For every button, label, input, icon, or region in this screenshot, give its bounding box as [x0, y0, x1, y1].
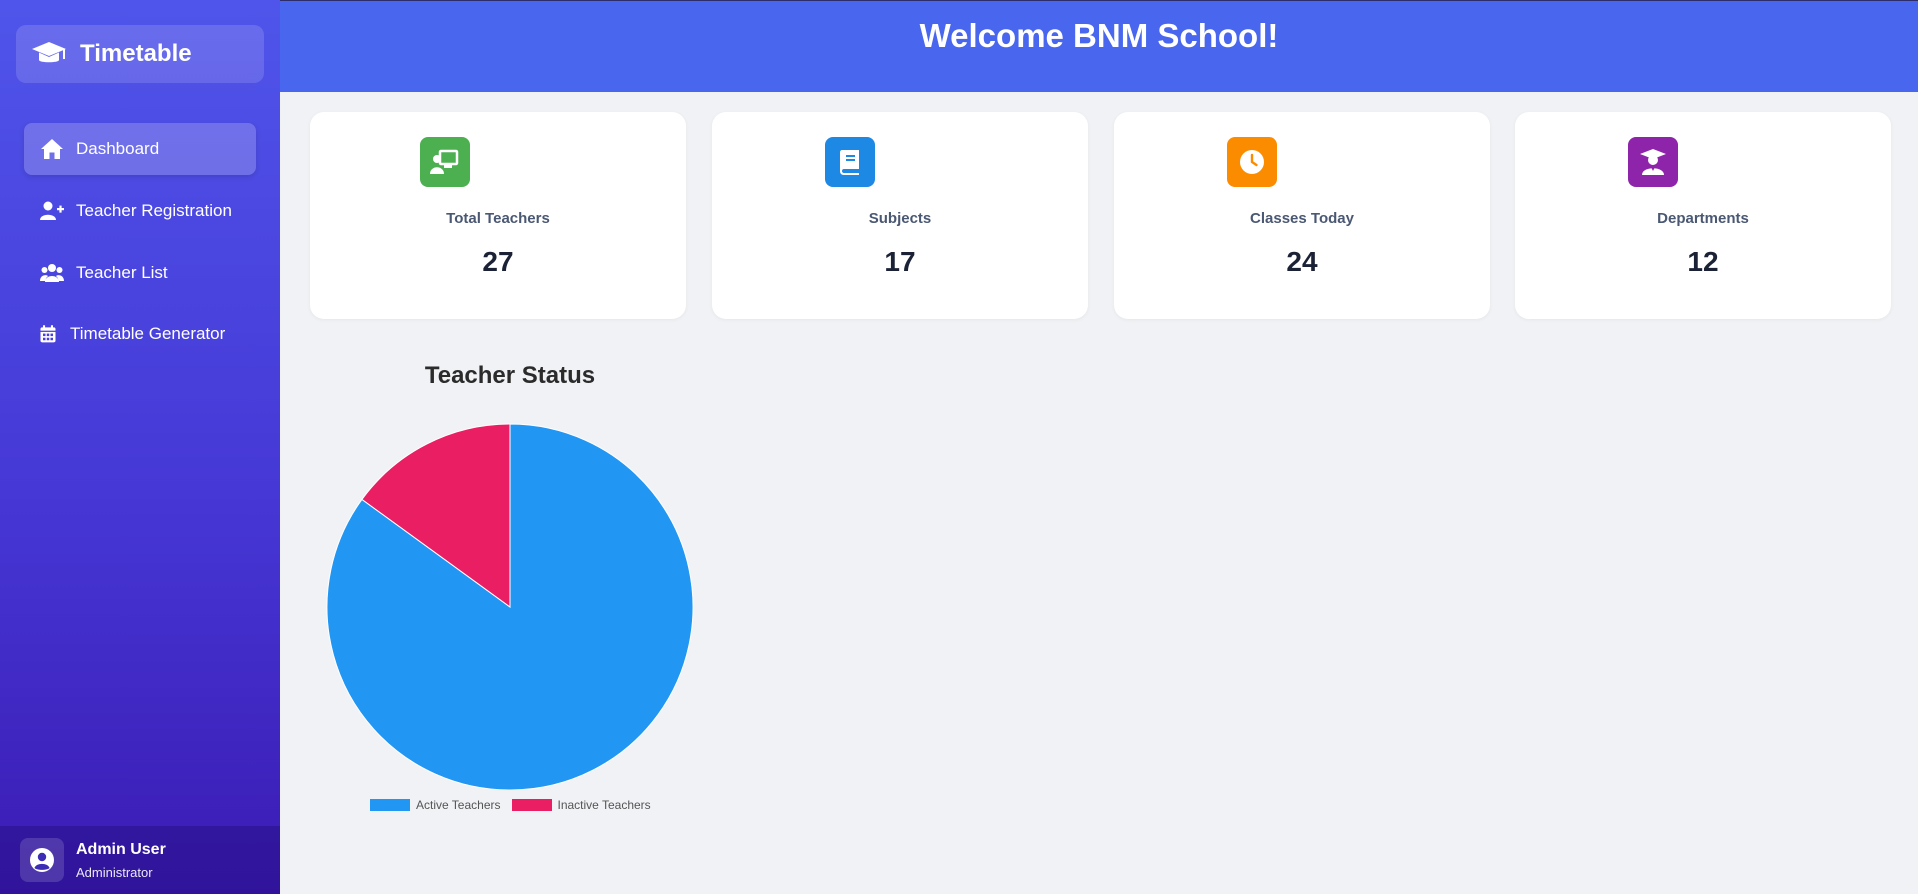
legend-label: Active Teachers [416, 798, 501, 812]
brand-logo[interactable]: Timetable [16, 25, 264, 83]
chart-title: Teacher Status [424, 362, 596, 389]
stat-card-departments: Departments 12 [1515, 112, 1891, 319]
teacher-status-pie-chart[interactable] [300, 400, 720, 790]
clock-icon [1227, 137, 1277, 187]
stat-card-classes-today: Classes Today 24 [1114, 112, 1490, 319]
sidebar-item-label: Teacher List [76, 263, 168, 282]
user-role: Administrator [76, 864, 153, 880]
users-icon [40, 264, 64, 282]
user-circle-icon [30, 848, 54, 872]
brand-title: Timetable [80, 40, 192, 67]
sidebar-item-teacher-registration[interactable]: Teacher Registration [24, 185, 256, 237]
user-profile[interactable]: Admin User Administrator [0, 826, 280, 894]
sidebar-item-dashboard[interactable]: Dashboard [24, 123, 256, 175]
legend-item[interactable]: Inactive Teachers [511, 798, 651, 812]
legend-swatch [370, 799, 410, 811]
user-plus-icon [40, 201, 64, 220]
graduate-icon [1628, 137, 1678, 187]
stat-value: 12 [1687, 246, 1719, 277]
stat-label: Total Teachers [446, 210, 550, 227]
page-title: Welcome BNM School! [919, 17, 1279, 54]
legend-item[interactable]: Active Teachers [370, 798, 501, 812]
sidebar: Timetable Dashboard Teacher Registration… [0, 0, 280, 894]
sidebar-item-teacher-list[interactable]: Teacher List [24, 247, 256, 299]
stat-label: Departments [1657, 210, 1749, 227]
stat-card-total-teachers: Total Teachers 27 [310, 112, 686, 319]
avatar [20, 838, 64, 882]
sidebar-item-label: Teacher Registration [76, 201, 232, 220]
chalkboard-teacher-icon [420, 137, 470, 187]
stat-value: 24 [1286, 246, 1318, 277]
calendar-icon [40, 325, 56, 343]
chart-legend: Active Teachers Inactive Teachers [370, 798, 662, 812]
stat-value: 27 [482, 246, 514, 277]
sidebar-item-timetable-generator[interactable]: Timetable Generator [24, 308, 256, 360]
legend-label: Inactive Teachers [557, 798, 651, 812]
page-header: Welcome BNM School! [280, 0, 1918, 92]
stat-label: Subjects [868, 210, 932, 227]
legend-swatch [511, 799, 552, 811]
stat-label: Classes Today [1250, 210, 1354, 227]
home-icon [41, 139, 63, 159]
stat-value: 17 [884, 246, 916, 277]
stat-card-subjects: Subjects 17 [712, 112, 1088, 319]
sidebar-item-label: Timetable Generator [70, 324, 226, 343]
book-icon [825, 137, 875, 187]
user-name: Admin User [76, 840, 166, 858]
graduation-cap-icon [32, 42, 66, 63]
sidebar-item-label: Dashboard [76, 139, 160, 158]
